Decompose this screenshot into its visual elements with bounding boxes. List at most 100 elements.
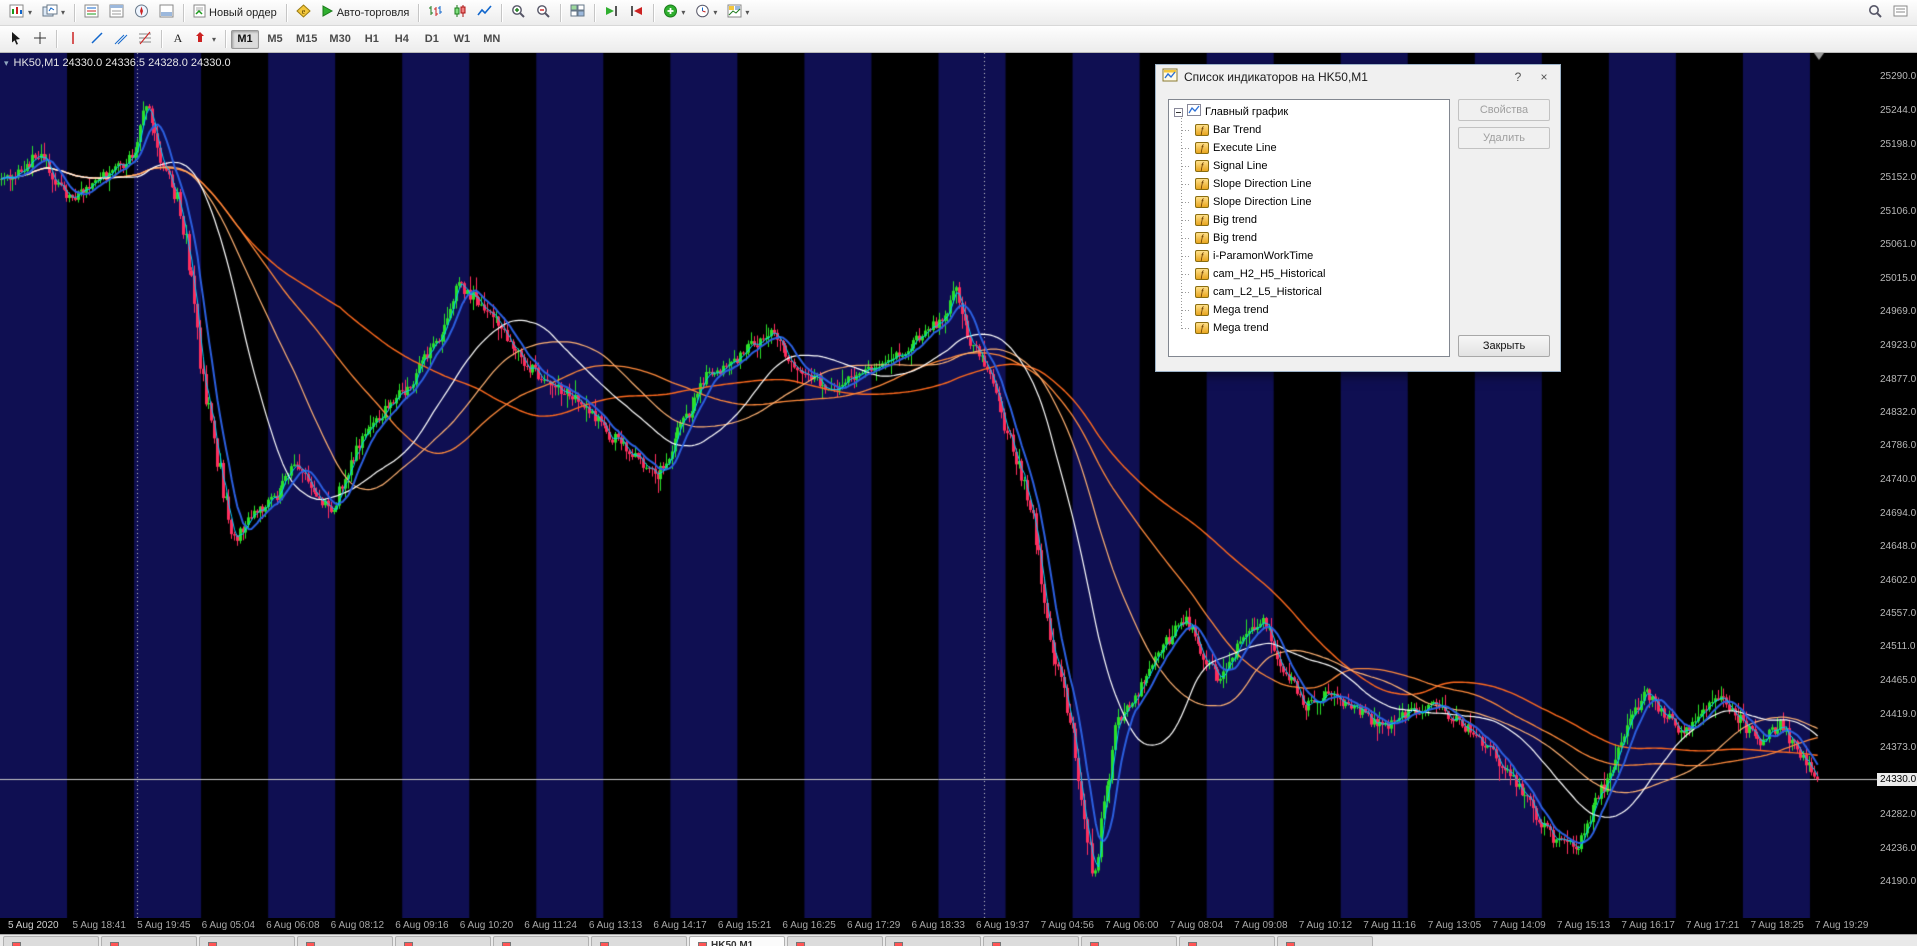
terminal-button[interactable] (154, 2, 179, 24)
timeframe-d1-button[interactable]: D1 (418, 30, 446, 49)
arrows-tool-button[interactable]: ▾ (190, 28, 221, 50)
timeframe-m5-button[interactable]: M5 (261, 30, 289, 49)
cursor-button[interactable] (4, 28, 28, 50)
price-tick-label: 25106.0 (1880, 206, 1917, 218)
price-tick-label: 24236.0 (1880, 842, 1917, 854)
tree-collapse-icon[interactable] (1174, 107, 1183, 117)
chart-tab[interactable] (885, 936, 981, 946)
zoom-out-icon (536, 4, 551, 22)
delete-button[interactable]: Удалить (1458, 127, 1550, 149)
indicator-item[interactable]: ƒ Mega trend (1171, 319, 1447, 337)
price-axis[interactable]: 25290.0 25244.0 25198.0 25152.0 25106.0 25061… (1877, 53, 1917, 918)
indicator-item[interactable]: ƒ i-ParamonWorkTime (1171, 247, 1447, 265)
indicator-item[interactable]: ƒ Slope Direction Line (1171, 175, 1447, 193)
chart-tab[interactable] (1081, 936, 1177, 946)
indicator-fx-icon: ƒ (1195, 232, 1209, 244)
chart-tab[interactable] (1277, 936, 1373, 946)
price-tick-label: 25290.0 (1880, 71, 1917, 83)
indicator-fx-icon: ƒ (1195, 124, 1209, 136)
data-window-icon (109, 4, 124, 21)
zoom-in-button[interactable] (506, 2, 531, 24)
chart-tab[interactable] (101, 936, 197, 946)
search-button[interactable] (1863, 2, 1888, 24)
indicator-tree-root[interactable]: Главный график (1171, 103, 1447, 121)
autoscroll-button[interactable] (599, 2, 624, 24)
indicator-list[interactable]: Главный график ƒ Bar Trend ƒ Execute Line ƒ S… (1168, 99, 1450, 357)
chart-tab[interactable] (3, 936, 99, 946)
one-click-trading-toggle[interactable]: ▾ (4, 58, 9, 69)
price-chart-canvas[interactable] (0, 53, 1877, 918)
dialog-help-button[interactable]: ? (1508, 68, 1528, 86)
timeframe-h4-button[interactable]: H4 (388, 30, 416, 49)
indicator-item[interactable]: ƒ Mega trend (1171, 301, 1447, 319)
candlestick-mode-button[interactable] (448, 2, 472, 24)
chart-tab[interactable] (297, 936, 393, 946)
time-axis[interactable]: 5 Aug 2020 5 Aug 18:41 5 Aug 19:45 6 Aug 05… (0, 918, 1917, 934)
tile-windows-button[interactable] (565, 2, 590, 24)
profiles-button[interactable]: ▾ (37, 2, 70, 24)
templates-button[interactable]: ▾ (722, 2, 754, 24)
new-chart-icon (9, 4, 25, 21)
chart-tab[interactable] (591, 936, 687, 946)
price-tick-label: 24465.0 (1880, 675, 1917, 687)
timeframe-h1-button[interactable]: H1 (358, 30, 386, 49)
indicator-fx-icon: ƒ (1195, 286, 1209, 298)
market-watch-button[interactable] (79, 2, 104, 24)
fibonacci-button[interactable] (133, 28, 157, 50)
indicator-item[interactable]: ƒ Big trend (1171, 211, 1447, 229)
toolbar-options-button[interactable] (1888, 2, 1913, 24)
new-chart-button[interactable]: ▾ (4, 2, 37, 24)
indicator-item[interactable]: ƒ Slope Direction Line (1171, 193, 1447, 211)
data-window-button[interactable] (104, 2, 129, 24)
time-tick-label: 5 Aug 19:45 (137, 920, 191, 931)
chart-tab[interactable] (1179, 936, 1275, 946)
time-tick-label: 6 Aug 10:20 (459, 920, 514, 931)
line-chart-icon (477, 4, 492, 21)
tree-connector (1182, 183, 1191, 185)
chart-plot[interactable]: ▾ HK50,M1 24330.0 24336.5 24328.0 24330.… (0, 53, 1877, 918)
indicator-item[interactable]: ƒ Execute Line (1171, 139, 1447, 157)
indicator-item[interactable]: ƒ Big trend (1171, 229, 1447, 247)
chart-tabs: HK50,M1 (0, 934, 1917, 946)
chart-tab[interactable] (395, 936, 491, 946)
timeframe-m30-button[interactable]: M30 (324, 30, 355, 49)
bar-chart-mode-button[interactable] (423, 2, 448, 24)
timeframe-m15-button[interactable]: M15 (291, 30, 322, 49)
chart-tab[interactable] (199, 936, 295, 946)
crosshair-button[interactable] (28, 28, 52, 50)
line-chart-mode-button[interactable] (472, 2, 497, 24)
timeframe-w1-button[interactable]: W1 (448, 30, 476, 49)
indicators-button[interactable]: ▾ (658, 2, 690, 24)
close-button[interactable]: Закрыть (1458, 335, 1550, 357)
dialog-titlebar[interactable]: Список индикаторов на HK50,M1 ? × (1156, 65, 1560, 89)
autotrading-button[interactable]: Авто-торговля (316, 2, 415, 24)
chart-tab[interactable] (493, 936, 589, 946)
vertical-line-button[interactable] (61, 28, 85, 50)
channel-button[interactable] (109, 28, 133, 50)
metaeditor-button[interactable]: e (291, 2, 316, 24)
price-tick-label: 25152.0 (1880, 172, 1917, 184)
profiles-icon (42, 4, 58, 21)
chart-tab[interactable] (983, 936, 1079, 946)
chart-tab-icon (600, 941, 609, 946)
zoom-out-button[interactable] (531, 2, 556, 24)
navigator-button[interactable] (129, 2, 154, 24)
indicator-item[interactable]: ƒ cam_L2_L5_Historical (1171, 283, 1447, 301)
timeframe-mn-button[interactable]: MN (478, 30, 506, 49)
text-tool-button[interactable]: A (166, 28, 190, 50)
new-order-button[interactable]: Новый ордер (188, 2, 282, 24)
time-tick-label: 7 Aug 16:17 (1621, 920, 1675, 931)
indicator-item[interactable]: ƒ cam_H2_H5_Historical (1171, 265, 1447, 283)
dialog-close-icon[interactable]: × (1534, 68, 1554, 86)
chart-tab[interactable] (787, 936, 883, 946)
indicator-item[interactable]: ƒ Signal Line (1171, 157, 1447, 175)
periods-button[interactable]: ▾ (690, 2, 722, 24)
timeframe-m1-button[interactable]: M1 (231, 29, 260, 49)
trendline-button[interactable] (85, 28, 109, 50)
properties-button[interactable]: Свойства (1458, 99, 1550, 121)
chart-shift-button[interactable] (624, 2, 649, 24)
indicator-item[interactable]: ƒ Bar Trend (1171, 121, 1447, 139)
toolbar-separator (285, 3, 287, 22)
chart-tab[interactable]: HK50,M1 (689, 936, 785, 946)
autotrading-label: Авто-торговля (336, 6, 410, 19)
